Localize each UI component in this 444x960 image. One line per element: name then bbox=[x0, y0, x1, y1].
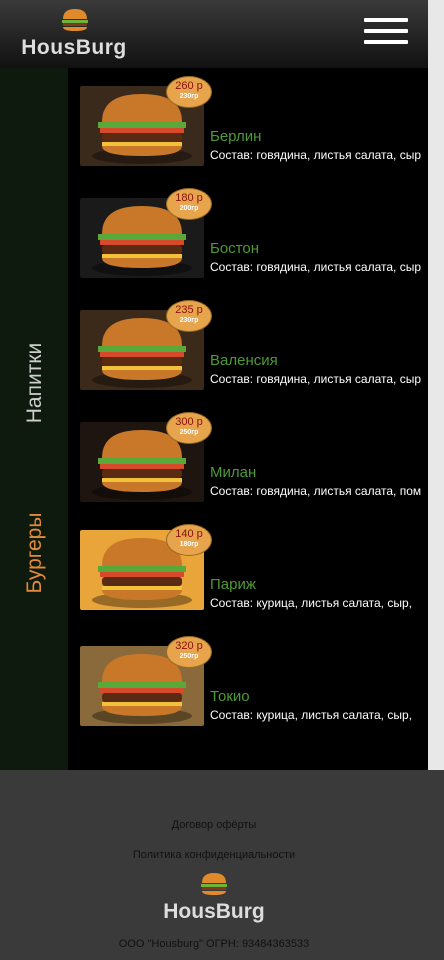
footer-brand: HousBurg bbox=[163, 900, 265, 923]
price: 260 р bbox=[175, 80, 203, 92]
product-name[interactable]: Бостон bbox=[210, 240, 259, 257]
product-description: Состав: говядина, листья салата, сыр bbox=[210, 148, 421, 162]
price-badge: 140 р 180гр bbox=[166, 524, 212, 556]
burger-logo-icon bbox=[62, 9, 88, 31]
price: 320 р bbox=[175, 640, 203, 652]
copyright: ООО "Housburg" ОГРН: 93484363533 bbox=[118, 938, 310, 950]
product-name[interactable]: Париж bbox=[210, 576, 256, 593]
product-description: Состав: курица, листья салата, сыр, bbox=[210, 596, 412, 610]
category-sidebar: Напитки Бургеры bbox=[0, 68, 68, 770]
price-badge: 180 р 200гр bbox=[166, 188, 212, 220]
price: 235 р bbox=[175, 304, 203, 316]
hamburger-menu-icon bbox=[364, 18, 408, 22]
weight: 200гр bbox=[179, 205, 199, 212]
product-name[interactable]: Токио bbox=[210, 688, 250, 705]
product-name[interactable]: Берлин bbox=[210, 128, 261, 145]
privacy-link[interactable]: Политика конфиденциальности bbox=[0, 849, 428, 861]
product-description: Состав: курица, листья салата, сыр, bbox=[210, 708, 412, 722]
weight: 230гр bbox=[179, 317, 199, 324]
price-badge: 320 р 250гр bbox=[166, 636, 212, 668]
category-drinks-label: Напитки bbox=[23, 342, 46, 424]
price: 140 р bbox=[175, 528, 203, 540]
product-description: Состав: говядина, листья салата, пом bbox=[210, 484, 422, 498]
product-description: Состав: говядина, листья салата, сыр bbox=[210, 372, 421, 386]
footer: Договор офёрты Политика конфиденциальнос… bbox=[0, 770, 444, 960]
category-drinks[interactable]: Напитки bbox=[20, 323, 50, 443]
product-list: 260 р 230гр Берлин Состав: говядина, листья… bbox=[68, 68, 428, 770]
product-card[interactable]: 235 р 230гр Валенсия Состав: говядина, лист… bbox=[68, 300, 428, 400]
product-card[interactable]: 260 р 230гр Берлин Состав: говядина, листья… bbox=[68, 76, 428, 176]
product-card[interactable]: 180 р 200гр Бостон Состав: говядина, листья… bbox=[68, 188, 428, 288]
weight: 250гр bbox=[179, 653, 199, 660]
product-name[interactable]: Милан bbox=[210, 464, 256, 481]
logo[interactable]: HousBurg bbox=[20, 8, 128, 60]
page-edge bbox=[428, 0, 444, 770]
product-card[interactable]: 320 р 250гр Токио Состав: курица, листья са… bbox=[68, 636, 428, 736]
offer-link[interactable]: Договор офёрты bbox=[0, 819, 428, 831]
menu-button[interactable] bbox=[364, 18, 408, 44]
product-card[interactable]: 300 р 250гр Милан Состав: говядина, листья … bbox=[68, 412, 428, 512]
category-burgers[interactable]: Бургеры bbox=[20, 493, 50, 613]
weight: 230гр bbox=[179, 93, 199, 100]
category-burgers-label: Бургеры bbox=[23, 512, 46, 594]
price-badge: 235 р 230гр bbox=[166, 300, 212, 332]
product-card[interactable]: 140 р 180гр Париж Состав: курица, листья са… bbox=[68, 524, 428, 624]
product-name[interactable]: Валенсия bbox=[210, 352, 278, 369]
brand-name: HousBurg bbox=[21, 36, 127, 59]
price-badge: 300 р 250гр bbox=[166, 412, 212, 444]
price: 180 р bbox=[175, 192, 203, 204]
weight: 180гр bbox=[179, 541, 199, 548]
price-badge: 260 р 230гр bbox=[166, 76, 212, 108]
footer-logo: HousBurg bbox=[159, 872, 269, 924]
weight: 250гр bbox=[179, 429, 199, 436]
price: 300 р bbox=[175, 416, 203, 428]
product-description: Состав: говядина, листья салата, сыр bbox=[210, 260, 421, 274]
header: HousBurg bbox=[0, 0, 428, 68]
burger-logo-icon bbox=[201, 873, 227, 895]
